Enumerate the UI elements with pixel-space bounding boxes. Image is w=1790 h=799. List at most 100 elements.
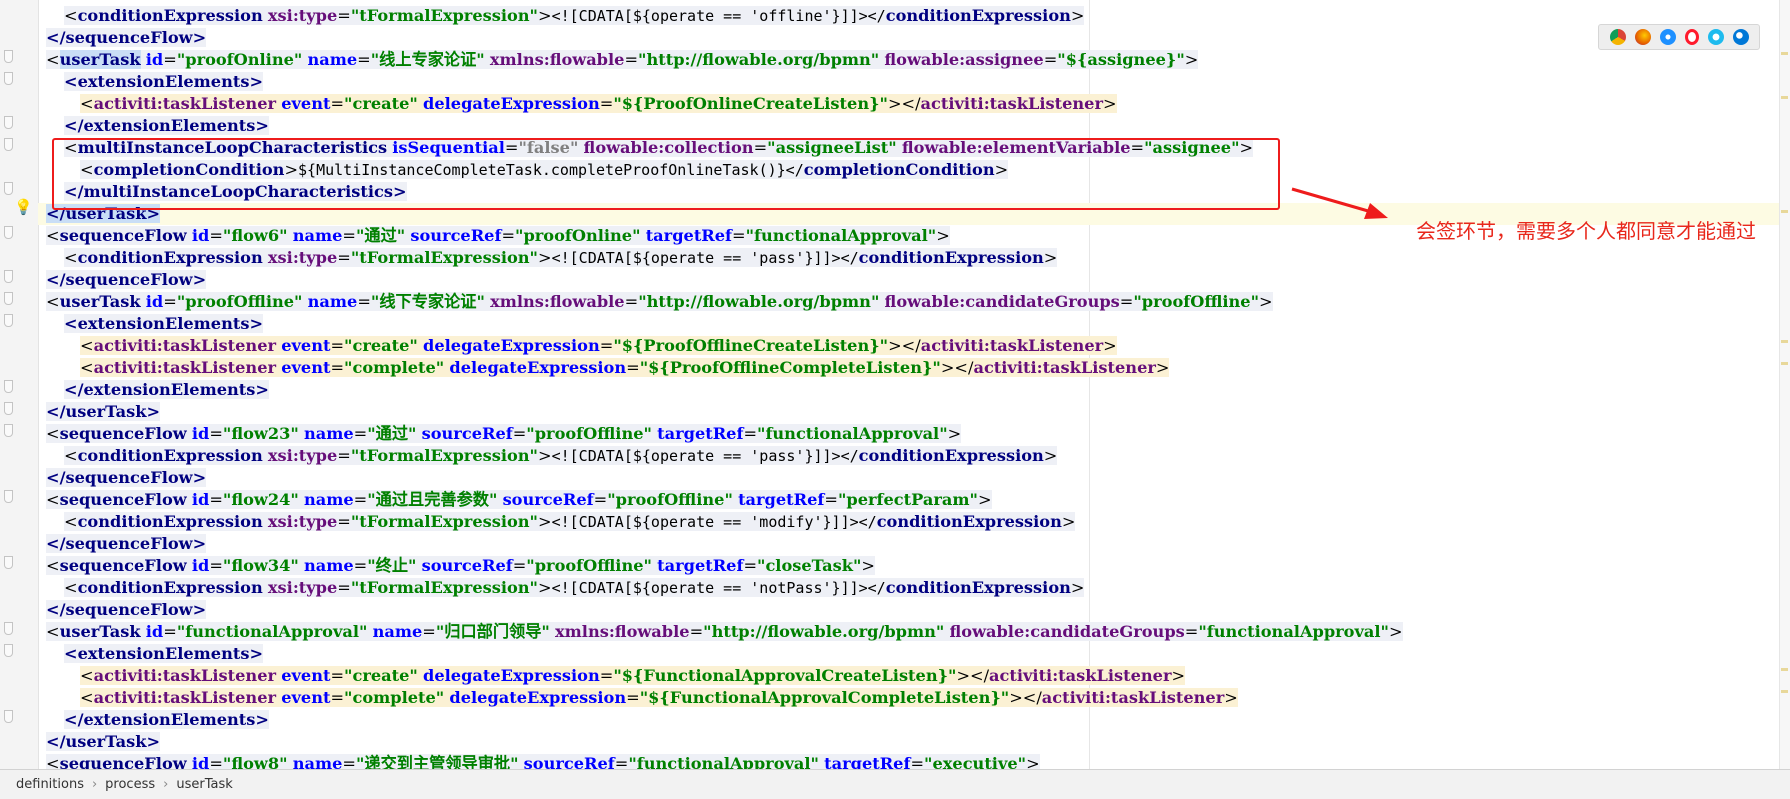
code-line[interactable]: <activiti:taskListener event="create" de… [46,665,1186,687]
code-line[interactable]: <sequenceFlow id="flow6" name="通过" sourc… [46,225,950,247]
fold-marker[interactable] [4,556,13,569]
xml-value: "functionalApproval" [176,622,368,641]
xml-tag: </sequenceFlow> [46,28,207,47]
fold-marker[interactable] [4,116,13,129]
xml-tag: </sequenceFlow> [46,600,207,619]
code-line[interactable]: </extensionElements> [46,709,269,731]
fold-marker[interactable] [4,644,13,657]
code-line[interactable]: <extensionElements> [46,313,264,335]
fold-marker[interactable] [4,622,13,635]
xml-tag: </sequenceFlow> [46,468,207,487]
code-line[interactable]: <userTask id="functionalApproval" name="… [46,621,1403,643]
xml-value: "http://flowable.org/bpmn" [638,292,880,311]
xml-value: "flow34" [222,556,299,575]
breadcrumb-item[interactable]: userTask [172,777,236,792]
xml-value: "终止" [367,556,417,575]
lightbulb-icon[interactable]: 💡 [14,198,33,216]
fold-marker[interactable] [4,424,13,437]
xml-attr: id [191,556,210,575]
xml-attr: delegateExpression [449,358,627,377]
code-line[interactable]: <conditionExpression xsi:type="tFormalEx… [46,445,1058,467]
xml-tag: sequenceFlow [59,226,187,245]
xml-value: "tFormalExpression" [350,446,538,465]
fold-marker[interactable] [4,226,13,239]
code-line[interactable]: <sequenceFlow id="flow34" name="终止" sour… [46,555,875,577]
xml-tag: conditionExpression [77,248,263,267]
xml-value: "tFormalExpression" [350,6,538,25]
breadcrumb-item[interactable]: process [101,777,159,792]
stripe-mark[interactable] [1781,96,1788,99]
code-line[interactable]: <sequenceFlow id="flow24" name="通过且完善参数"… [46,489,992,511]
code-line[interactable]: <userTask id="proofOnline" name="线上专家论证"… [46,49,1199,71]
error-stripe[interactable] [1779,0,1790,769]
code-editor[interactable]: <conditionExpression xsi:type="tFormalEx… [0,0,1790,769]
xml-tag: sequenceFlow [59,556,187,575]
stripe-mark[interactable] [1781,668,1788,671]
xml-attr: id [145,292,164,311]
xml-value: "${ProofOfflineCreateListen}" [613,336,889,355]
fold-marker[interactable] [4,138,13,151]
code-line[interactable]: </sequenceFlow> [46,269,207,291]
chrome-icon[interactable] [1609,29,1626,45]
safari-icon[interactable] [1659,29,1676,45]
code-line[interactable]: </sequenceFlow> [46,27,207,49]
code-line[interactable]: <extensionElements> [46,71,264,93]
fold-marker[interactable] [4,402,13,415]
code-line[interactable]: <activiti:taskListener event="complete" … [46,687,1238,709]
code-line[interactable]: </sequenceFlow> [46,467,207,489]
code-line[interactable]: <sequenceFlow id="flow8" name="递交到主管领导审批… [46,753,1040,769]
stripe-mark[interactable] [1781,362,1788,365]
code-line[interactable]: <activiti:taskListener event="complete" … [46,357,1170,379]
xml-tag: userTask [59,622,141,641]
xml-tag: </userTask> [46,732,161,751]
code-line[interactable]: <conditionExpression xsi:type="tFormalEx… [46,5,1085,27]
xml-value: "complete" [344,358,445,377]
stripe-mark[interactable] [1781,340,1788,343]
firefox-icon[interactable] [1634,29,1651,45]
fold-marker[interactable] [4,710,13,723]
xml-attr: delegateExpression [423,94,600,113]
code-line[interactable]: <conditionExpression xsi:type="tFormalEx… [46,577,1085,599]
code-line[interactable]: <conditionExpression xsi:type="tFormalEx… [46,511,1076,533]
xml-value: "${assignee}" [1057,50,1185,69]
code-line[interactable]: <activiti:taskListener event="create" de… [46,335,1117,357]
stripe-mark[interactable] [1781,52,1788,55]
xml-value: "functionalApproval" [628,754,819,769]
edge-icon[interactable] [1732,29,1749,45]
xml-attr: id [145,50,164,69]
xml-attr: name [307,292,358,311]
fold-marker[interactable] [4,50,13,63]
opera-icon[interactable] [1684,29,1699,45]
xml-value: "递交到主管领导审批" [355,754,519,769]
code-line[interactable]: <activiti:taskListener event="create" de… [46,93,1117,115]
xml-tag: </extensionElements> [64,710,269,729]
code-line[interactable]: </userTask> [46,731,161,753]
code-line[interactable]: <userTask id="proofOffline" name="线下专家论证… [46,291,1273,313]
code-line[interactable]: </sequenceFlow> [46,599,207,621]
code-line[interactable]: </extensionElements> [46,115,269,137]
xml-value: "functionalApproval" [757,424,948,443]
fold-marker[interactable] [4,182,13,195]
code-line[interactable]: </userTask> [46,401,161,423]
code-line[interactable]: <conditionExpression xsi:type="tFormalEx… [46,247,1058,269]
code-line[interactable]: <sequenceFlow id="flow23" name="通过" sour… [46,423,962,445]
xml-value: "tFormalExpression" [350,578,538,597]
breadcrumb-item[interactable]: definitions [12,777,88,792]
fold-marker[interactable] [4,314,13,327]
fold-marker[interactable] [4,292,13,305]
code-line[interactable]: </sequenceFlow> [46,533,207,555]
annotation-text: 会签环节，需要多个人都同意才能通过 [1416,219,1756,243]
fold-marker[interactable] [4,72,13,85]
xml-tag: conditionExpression [77,446,263,465]
ie-icon[interactable] [1707,29,1724,45]
fold-marker[interactable] [4,490,13,503]
fold-marker[interactable] [4,270,13,283]
xml-value: "${ProofOnlineCreateListen}" [613,94,888,113]
stripe-mark[interactable] [1781,690,1788,693]
xml-tag: activiti:taskListener [93,688,277,707]
stripe-mark[interactable] [1781,210,1788,213]
code-line[interactable]: </extensionElements> [46,379,269,401]
xml-attr: targetRef [657,424,744,443]
code-line[interactable]: <extensionElements> [46,643,264,665]
fold-marker[interactable] [4,380,13,393]
